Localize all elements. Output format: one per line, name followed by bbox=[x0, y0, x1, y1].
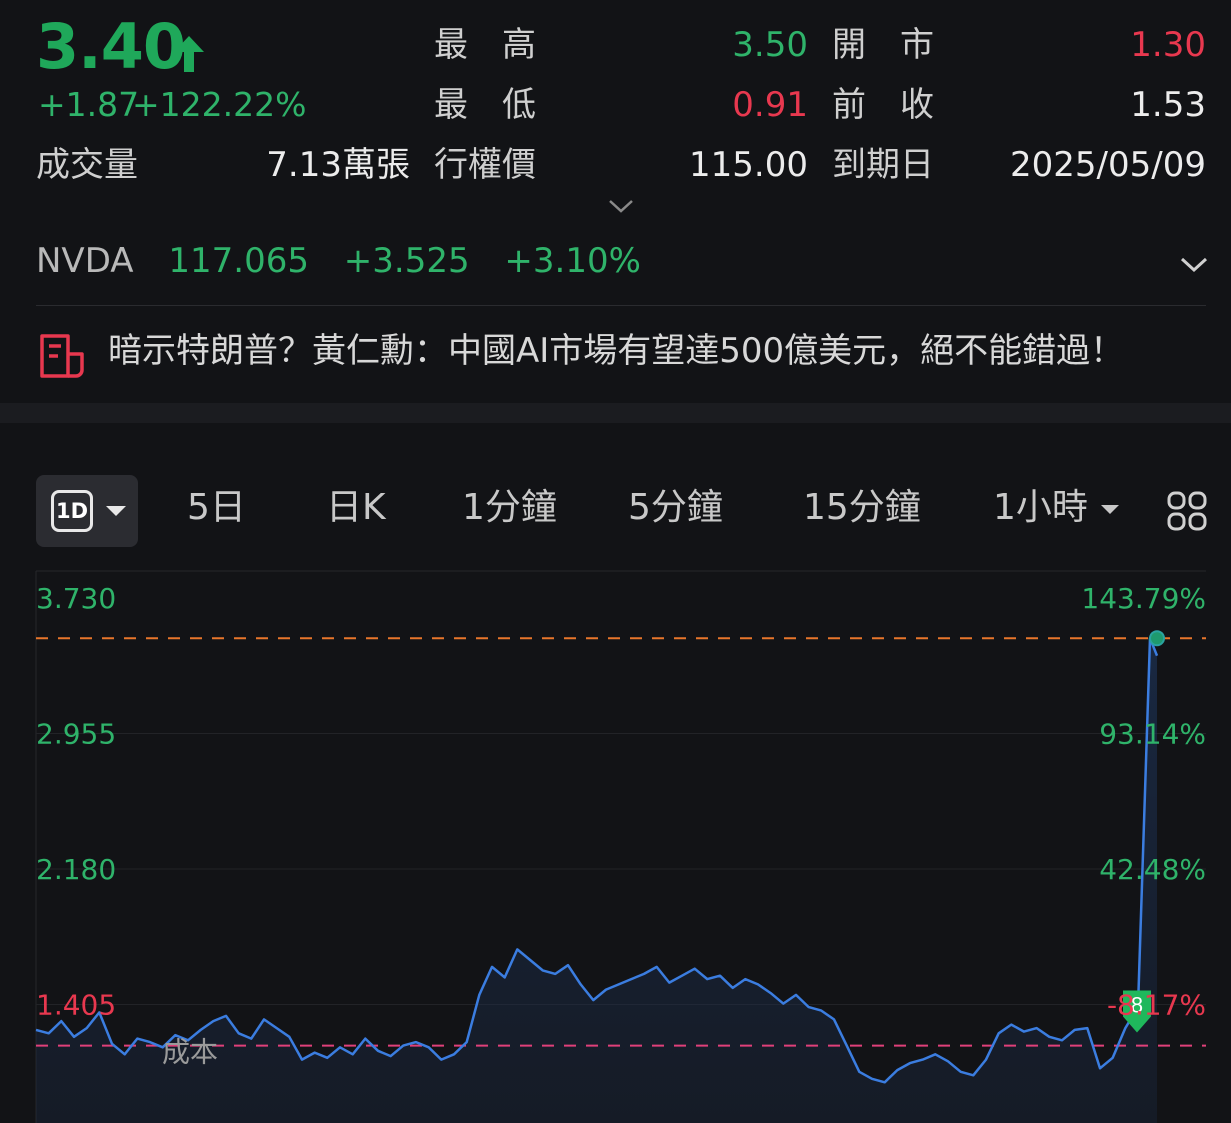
volume-label: 成交量 bbox=[36, 145, 138, 185]
cost-line-label: 成本 bbox=[162, 1036, 218, 1069]
gridlines bbox=[36, 733, 1206, 1005]
tab-15min[interactable]: 15分鐘 bbox=[803, 490, 921, 526]
low-value: 0.91 bbox=[732, 85, 808, 125]
open-value: 1.30 bbox=[1130, 25, 1206, 65]
y-axis-percent-label: 143.79% bbox=[1081, 582, 1206, 615]
tab-1d-selector[interactable]: 1D bbox=[36, 475, 138, 547]
layout-grid-icon[interactable] bbox=[1166, 490, 1208, 532]
news-headline[interactable]: 暗示特朗普？黃仁勳：中國AI市場有望達500億美元，絕不能錯過！ bbox=[108, 334, 1124, 368]
underlying-expand-chevron-icon[interactable] bbox=[1178, 252, 1210, 276]
underlying-change-percent: +3.10% bbox=[504, 241, 641, 281]
last-price-dot bbox=[1149, 630, 1165, 647]
y-axis-percent-label: -8.17% bbox=[1107, 989, 1206, 1022]
tab-1hour-label: 1小時 bbox=[993, 487, 1088, 528]
underlying-row[interactable]: NVDA 117.065 +3.525 +3.10% bbox=[36, 244, 665, 278]
last-price: 3.40 bbox=[36, 10, 186, 83]
caret-down-icon bbox=[106, 506, 126, 516]
y-axis-price-label: 2.955 bbox=[36, 718, 116, 751]
high-label: 最 高 bbox=[434, 25, 536, 65]
y-axis-price-label: 3.730 bbox=[36, 582, 116, 615]
price-change-percent: +122.22% bbox=[132, 85, 307, 124]
expiry-label: 到期日 bbox=[832, 145, 934, 185]
strike-value: 115.00 bbox=[689, 145, 808, 185]
volume-value: 7.13萬張 bbox=[266, 145, 410, 185]
underlying-price: 117.065 bbox=[168, 241, 309, 281]
underlying-symbol: NVDA bbox=[36, 241, 134, 281]
y-axis-price-label: 1.405 bbox=[36, 989, 116, 1022]
high-value: 3.50 bbox=[732, 25, 808, 65]
tab-1d-label: 1D bbox=[51, 490, 93, 532]
tab-1hour[interactable]: 1小時 bbox=[993, 487, 1120, 528]
divider bbox=[36, 305, 1206, 306]
expiry-value: 2025/05/09 bbox=[1010, 145, 1206, 185]
y-axis-price-label: 2.180 bbox=[36, 853, 116, 886]
tab-1min[interactable]: 1分鐘 bbox=[462, 490, 557, 526]
underlying-change: +3.525 bbox=[343, 241, 470, 281]
prev-close-value: 1.53 bbox=[1130, 85, 1206, 125]
up-arrow-icon bbox=[174, 36, 204, 72]
expand-stats-chevron-icon[interactable] bbox=[606, 196, 636, 216]
y-axis-percent-label: 93.14% bbox=[1099, 718, 1206, 751]
intraday-line-chart[interactable]: 8 成本 3.730 143.79%2.955 93.14%2.180 42.48%1… bbox=[0, 560, 1231, 1123]
y-axis-percent-label: 42.48% bbox=[1099, 853, 1206, 886]
strike-label: 行權價 bbox=[434, 145, 536, 185]
price-change: +1.87 bbox=[38, 85, 140, 124]
tab-5day[interactable]: 5日 bbox=[187, 490, 246, 526]
news-document-icon bbox=[40, 334, 84, 378]
caret-down-icon bbox=[1101, 504, 1120, 514]
section-separator bbox=[0, 403, 1231, 423]
tab-5min[interactable]: 5分鐘 bbox=[628, 490, 723, 526]
tab-daily-k[interactable]: 日K bbox=[326, 490, 386, 526]
prev-close-label: 前 收 bbox=[832, 85, 934, 125]
low-label: 最 低 bbox=[434, 85, 536, 125]
open-label: 開 市 bbox=[832, 25, 934, 65]
